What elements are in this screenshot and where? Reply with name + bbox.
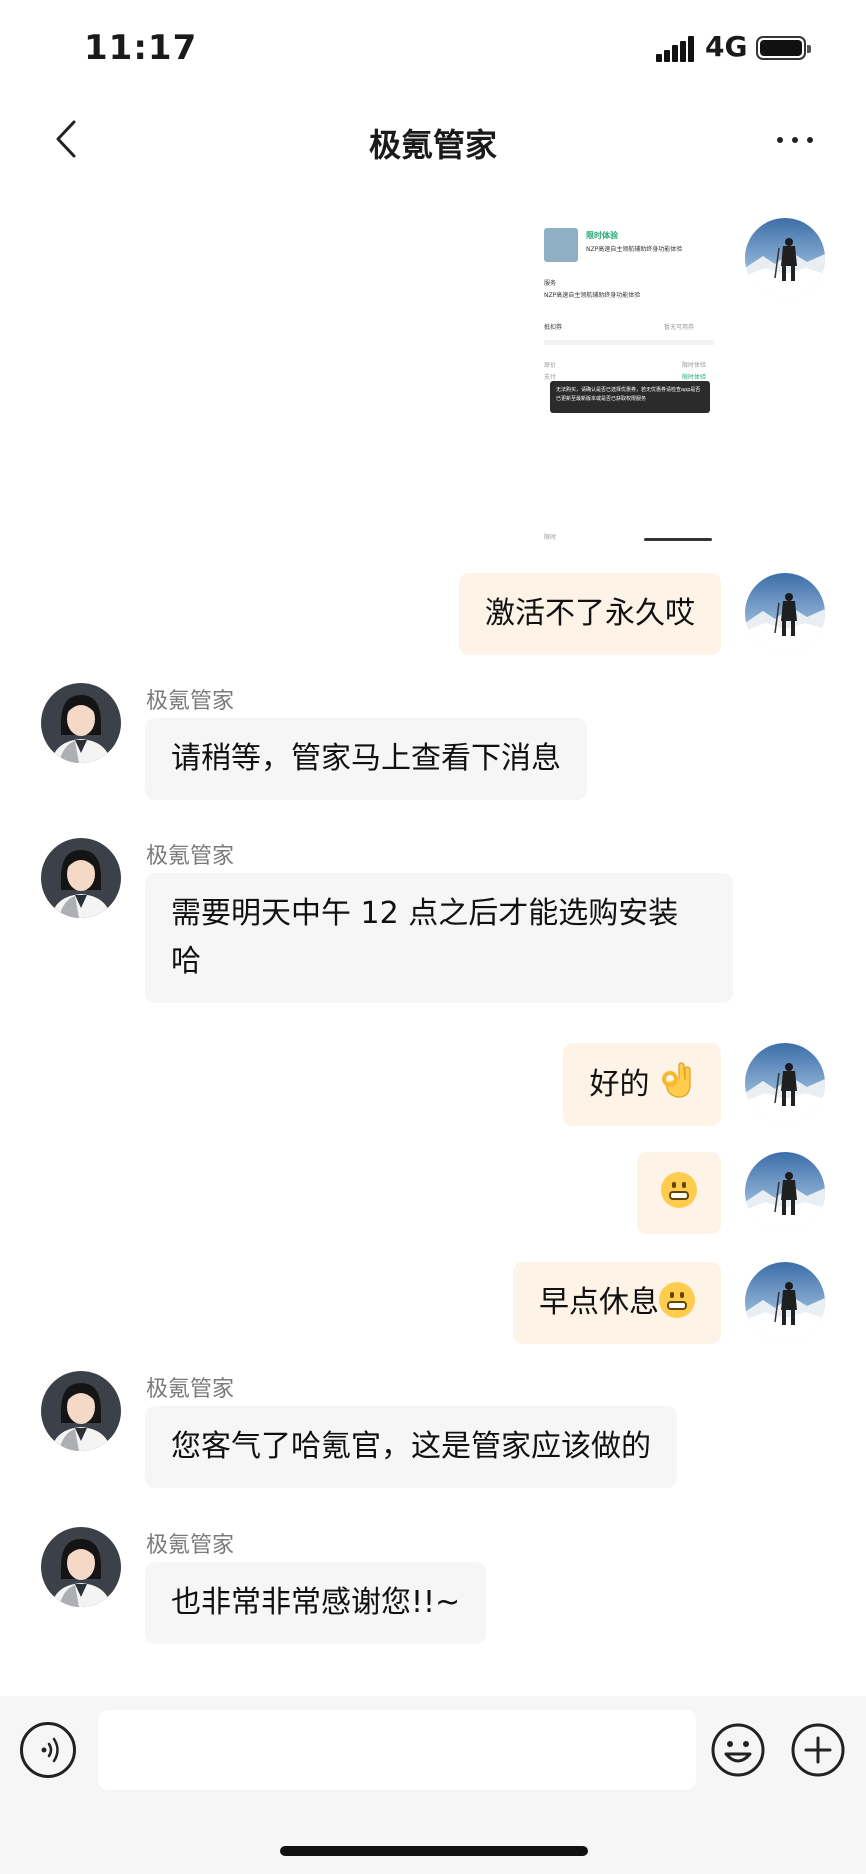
message-text-line: 需要明天中午 12 点之后才能选购安装 [171,896,679,931]
user-avatar[interactable] [745,1043,825,1123]
ok-hand-emoji [662,1062,691,1098]
signal-icon [656,36,696,62]
home-indicator [280,1846,588,1856]
message-input[interactable] [98,1710,696,1790]
image-original-value: 限时体验 [682,362,707,369]
image-original-label: 原价 [544,362,557,369]
network-label: 4G [705,30,748,63]
message-text: 早点休息 [539,1285,659,1320]
message-text: 您客气了哈氪官，这是管家应该做的 [171,1429,651,1464]
emoji-button[interactable] [710,1722,766,1778]
message-bubble-outgoing[interactable]: 激活不了永久哎 [459,573,721,655]
sender-name: 极氪管家 [146,1533,235,1558]
status-time: 11:17 [84,28,198,68]
message-bubble-outgoing[interactable] [637,1152,721,1234]
message-text-line: 哈 [171,944,201,979]
message-bubble-outgoing[interactable]: 早点休息 [513,1262,721,1344]
grimacing-emoji [659,1282,695,1318]
image-message[interactable]: 限时体验 NZP高速自主领航辅助终身功能体验 服务 NZP高速自主领航辅助终身功… [536,218,722,545]
message-bubble-incoming[interactable]: 您客气了哈氪官，这是管家应该做的 [145,1406,677,1488]
image-coupon-value: 暂无可用券 [664,324,695,331]
message-bubble-incoming[interactable]: 请稍等，管家马上查看下消息 [145,718,587,800]
user-avatar[interactable] [745,1152,825,1232]
message-text: 请稍等，管家马上查看下消息 [171,741,561,776]
more-button[interactable] [770,120,820,160]
message-bubble-incoming[interactable]: 也非常非常感谢您!!~ [145,1562,487,1644]
more-dots-icon [777,137,813,143]
agent-avatar[interactable] [41,838,121,918]
voice-icon [41,1737,59,1763]
grimacing-emoji [661,1172,697,1208]
image-pay-label: 支付 [544,374,557,381]
message-text: 也非常非常感谢您!!~ [171,1585,461,1620]
image-section-desc: NZP高速自主领航辅助终身功能体验 [544,292,641,299]
agent-avatar[interactable] [41,683,121,763]
message-bubble-outgoing[interactable]: 好的 [563,1043,721,1126]
message-text: 激活不了永久哎 [485,596,695,631]
sender-name: 极氪管家 [146,844,235,869]
image-section: 服务 [544,280,557,287]
image-bottom-label: 限时 [544,534,557,541]
user-avatar[interactable] [745,573,825,653]
plus-icon [791,1723,845,1777]
nav-bar: 极氪管家 [0,100,866,180]
smiley-icon [711,1723,765,1777]
image-pay-value: 限时体验 [682,374,707,381]
image-toast: 无法购买，请确认是否已选择优惠券，若无优惠券请检查app是否已更新至最新版本或是… [550,381,710,413]
user-avatar[interactable] [745,218,825,298]
message-text: 好的 [589,1067,650,1102]
sender-name: 极氪管家 [146,1377,235,1402]
image-subtitle: NZP高速自主领航辅助终身功能体验 [586,246,683,253]
input-bar [0,1696,866,1874]
voice-button[interactable] [20,1722,76,1778]
page-title: 极氪管家 [368,126,497,164]
message-bubble-incoming[interactable]: 需要明天中午 12 点之后才能选购安装 哈 [145,873,733,1003]
plus-button[interactable] [790,1722,846,1778]
image-coupon-label: 抵扣券 [544,324,563,331]
status-bar: 11:17 4G [0,0,866,96]
product-thumbnail [544,228,578,262]
agent-avatar[interactable] [41,1371,121,1451]
sender-name: 极氪管家 [146,689,235,714]
image-title: 限时体验 [586,231,618,240]
battery-icon [756,36,811,60]
agent-avatar[interactable] [41,1527,121,1607]
user-avatar[interactable] [745,1262,825,1342]
